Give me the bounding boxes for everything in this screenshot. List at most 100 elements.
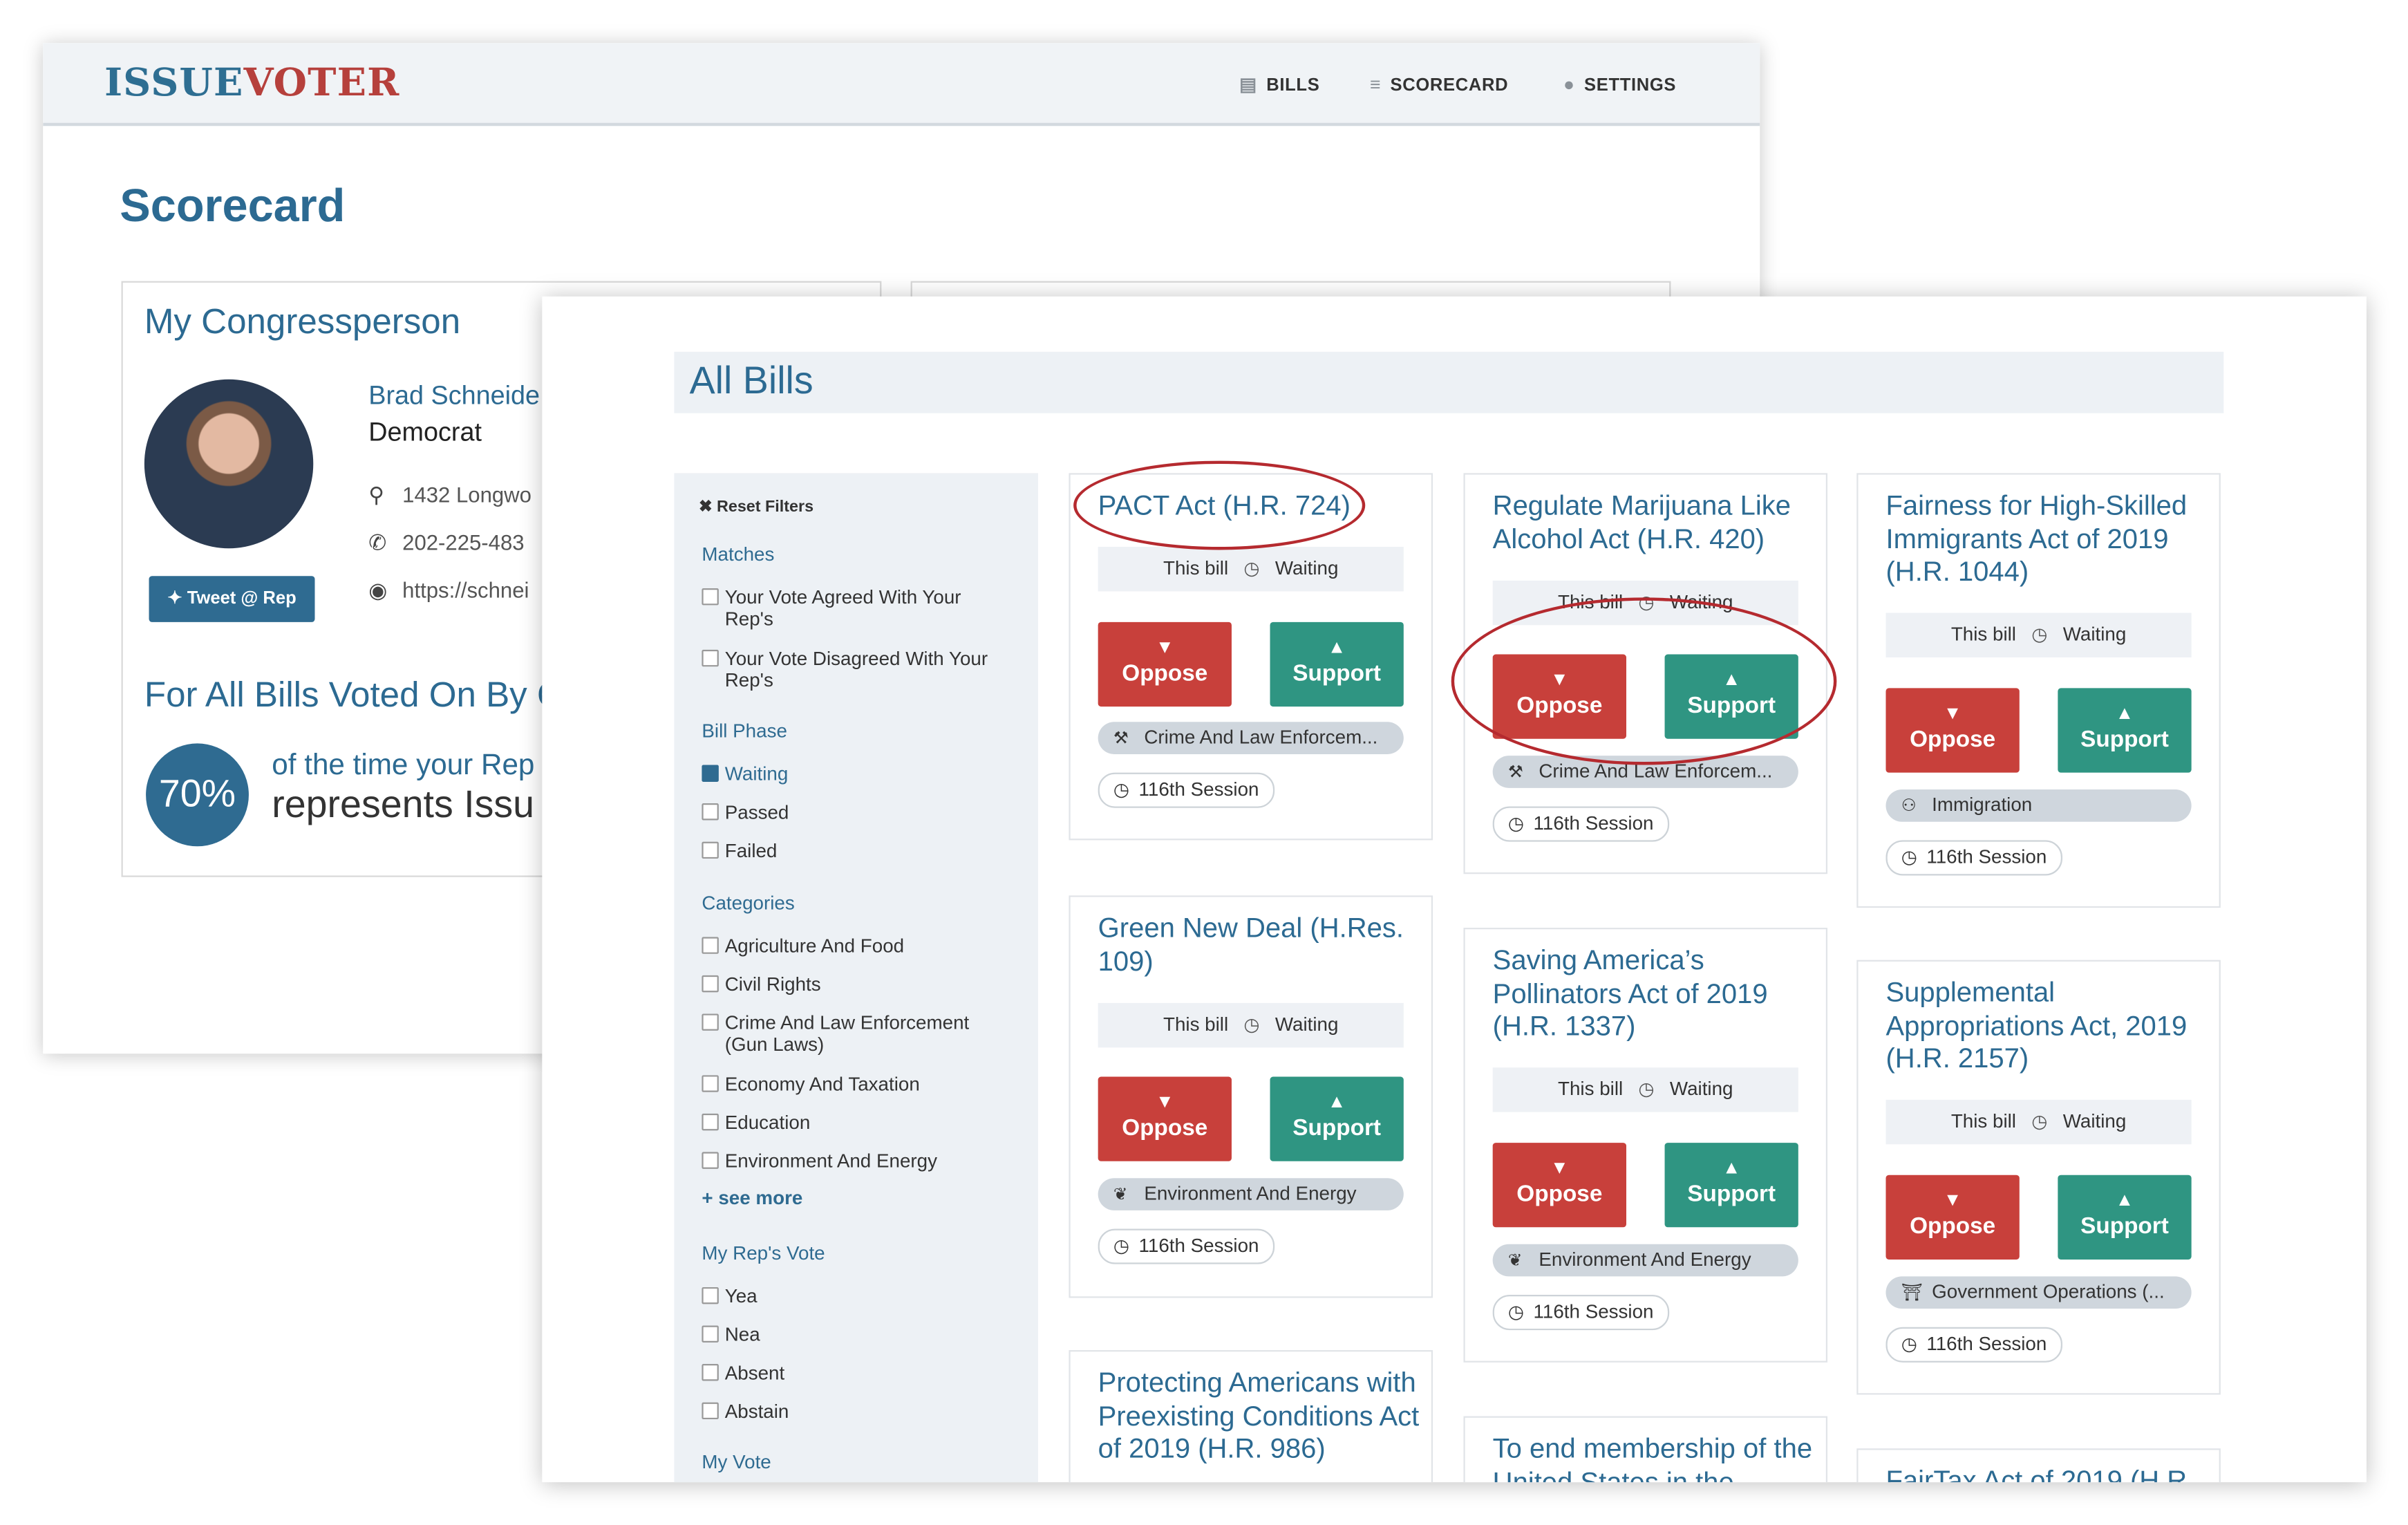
checkbox[interactable]: [702, 1152, 719, 1169]
filter-cat-education[interactable]: Education: [702, 1112, 810, 1134]
gavel-icon: ⚒: [1113, 729, 1129, 749]
category-tag[interactable]: ⚒ Crime And Law Enforcem...: [1098, 722, 1404, 754]
nav-bills[interactable]: ▤ BILLS: [1239, 74, 1319, 95]
filter-vote-abstain[interactable]: Abstain: [702, 1401, 789, 1422]
bill-status: This bill ◷ Waiting: [1885, 1099, 2192, 1145]
checkbox[interactable]: [702, 1287, 719, 1304]
support-button[interactable]: ▲ Support: [2058, 1175, 2192, 1260]
all-bills-header: All Bills: [674, 351, 2224, 413]
bill-title[interactable]: FairTax Act of 2019 (H.R.: [1885, 1466, 2208, 1482]
rep-website[interactable]: ◉ https://schnei: [368, 577, 529, 604]
bill-title[interactable]: Regulate Marijuana Like Alcohol Act (H.R…: [1493, 490, 1816, 556]
filter-failed[interactable]: Failed: [702, 840, 777, 861]
bill-title[interactable]: Fairness for High-Skilled Immigrants Act…: [1885, 490, 2208, 589]
category-tag[interactable]: ⛩ Government Operations (...: [1885, 1276, 2192, 1309]
session-tag[interactable]: ◷ 116th Session: [1098, 1228, 1275, 1264]
filter-cat-economy[interactable]: Economy And Taxation: [702, 1074, 920, 1095]
oppose-button[interactable]: ▼ Oppose: [1492, 1143, 1626, 1228]
close-icon: ✖: [698, 497, 717, 516]
bill-status: This bill ◷ Waiting: [1098, 1002, 1404, 1048]
bill-card[interactable]: Fairness for High-Skilled Immigrants Act…: [1856, 473, 2221, 908]
session-tag[interactable]: ◷ 116th Session: [1885, 840, 2063, 876]
bill-card[interactable]: To end membership of the United States i…: [1463, 1416, 1828, 1483]
filter-agreed[interactable]: Your Vote Agreed With Your Rep's: [702, 587, 961, 630]
category-tag[interactable]: ❦ Environment And Energy: [1098, 1178, 1404, 1210]
filter-sidebar: ✖ Reset Filters Matches Your Vote Agreed…: [674, 473, 1039, 1483]
bill-title[interactable]: Supplemental Appropriations Act, 2019 (H…: [1885, 977, 2208, 1076]
issuevoter-logo[interactable]: ISSUEVOTER: [104, 60, 399, 104]
filter-heading-my-vote: My Vote: [702, 1451, 771, 1473]
clock-icon: ◷: [1243, 557, 1260, 579]
checkbox[interactable]: [702, 1364, 719, 1381]
reset-filters-button[interactable]: ✖ Reset Filters: [699, 498, 813, 516]
oppose-button[interactable]: ▼ Oppose: [1098, 1076, 1232, 1161]
checkbox[interactable]: [702, 588, 719, 606]
clock-icon: ◷: [1901, 1333, 1918, 1355]
nav-settings[interactable]: ● SETTINGS: [1563, 74, 1676, 95]
bill-title[interactable]: To end membership of the United States i…: [1493, 1433, 1816, 1482]
bill-card[interactable]: Protecting Americans with Preexisting Co…: [1069, 1350, 1433, 1483]
support-button[interactable]: ▲ Support: [1270, 1076, 1404, 1161]
session-tag[interactable]: ◷ 116th Session: [1492, 1295, 1670, 1331]
filter-disagreed[interactable]: Your Vote Disagreed With Your Rep's: [702, 648, 988, 691]
percent-caption-bold: represents Issu: [272, 783, 535, 827]
bill-card[interactable]: Supplemental Appropriations Act, 2019 (H…: [1856, 960, 2221, 1395]
see-more-link[interactable]: + see more: [702, 1188, 802, 1209]
support-button[interactable]: ▲ Support: [1270, 621, 1404, 707]
filter-passed[interactable]: Passed: [702, 802, 789, 823]
twitter-icon: ✦: [167, 590, 187, 608]
bill-title[interactable]: Protecting Americans with Preexisting Co…: [1098, 1367, 1421, 1466]
filter-cat-environment[interactable]: Environment And Energy: [702, 1150, 937, 1172]
oppose-button[interactable]: ▼ Oppose: [1098, 621, 1232, 707]
filter-vote-absent[interactable]: Absent: [702, 1363, 784, 1384]
document-icon: ▤: [1239, 73, 1257, 95]
oppose-button[interactable]: ▼ Oppose: [1885, 1175, 2020, 1260]
checkbox[interactable]: [702, 975, 719, 993]
thumbs-up-icon: ▲: [2115, 1188, 2134, 1210]
tweet-rep-button[interactable]: ✦ Tweet @ Rep: [149, 576, 315, 622]
nav-scorecard[interactable]: ≡ SCORECARD: [1370, 74, 1508, 95]
session-tag[interactable]: ◷ 116th Session: [1492, 806, 1670, 842]
page-title: Scorecard: [120, 181, 346, 232]
oppose-button[interactable]: ▼ Oppose: [1885, 688, 2020, 773]
highlight-circle: [1073, 460, 1366, 550]
checkbox[interactable]: [702, 937, 719, 954]
checkbox[interactable]: [702, 1013, 719, 1031]
bill-card[interactable]: Saving America’s Pollinators Act of 2019…: [1463, 928, 1828, 1363]
category-tag[interactable]: ⚇ Immigration: [1885, 789, 2192, 822]
bill-card[interactable]: FairTax Act of 2019 (H.R.: [1856, 1448, 2221, 1483]
filter-waiting[interactable]: Waiting: [702, 763, 788, 785]
clock-icon: ◷: [2031, 624, 2048, 646]
session-tag[interactable]: ◷ 116th Session: [1098, 772, 1275, 808]
clock-icon: ◷: [1507, 812, 1525, 834]
bill-title[interactable]: Saving America’s Pollinators Act of 2019…: [1493, 944, 1816, 1043]
filter-heading-phase: Bill Phase: [702, 720, 787, 742]
category-tag[interactable]: ❦ Environment And Energy: [1492, 1244, 1798, 1277]
bill-title[interactable]: Green New Deal (H.Res. 109): [1098, 913, 1421, 979]
all-bills-window: All Bills ✖ Reset Filters Matches Your V…: [542, 296, 2367, 1483]
checkbox[interactable]: [702, 841, 719, 859]
checkbox[interactable]: [702, 1402, 719, 1420]
session-tag[interactable]: ◷ 116th Session: [1885, 1327, 2063, 1363]
filter-cat-crime[interactable]: Crime And Law Enforcement (Gun Laws): [702, 1012, 969, 1055]
checkbox[interactable]: [702, 1325, 719, 1342]
filter-cat-civil-rights[interactable]: Civil Rights: [702, 974, 821, 995]
top-navbar: ISSUEVOTER ▤ BILLS ≡ SCORECARD ● SETTINGS: [43, 43, 1760, 127]
bill-card[interactable]: Green New Deal (H.Res. 109) This bill ◷ Wa…: [1069, 895, 1433, 1298]
filter-vote-nea[interactable]: Nea: [702, 1324, 760, 1345]
checkbox[interactable]: [702, 649, 719, 667]
thumbs-up-icon: ▲: [1327, 635, 1346, 657]
checkbox[interactable]: [702, 1075, 719, 1092]
checkbox-checked[interactable]: [702, 765, 719, 782]
support-button[interactable]: ▲ Support: [2058, 688, 2192, 773]
filter-heading-categories: Categories: [702, 892, 795, 915]
checkbox[interactable]: [702, 1113, 719, 1131]
bill-status: This bill ◷ Waiting: [1885, 612, 2192, 657]
clock-icon: ◷: [2031, 1110, 2048, 1132]
filter-cat-agriculture[interactable]: Agriculture And Food: [702, 935, 904, 957]
checkbox[interactable]: [702, 803, 719, 821]
support-button[interactable]: ▲ Support: [1664, 1143, 1798, 1228]
rep-name-link[interactable]: Brad Schneide: [368, 381, 540, 411]
filter-vote-yea[interactable]: Yea: [702, 1286, 758, 1307]
for-all-bills-heading: For All Bills Voted On By C: [144, 674, 563, 715]
